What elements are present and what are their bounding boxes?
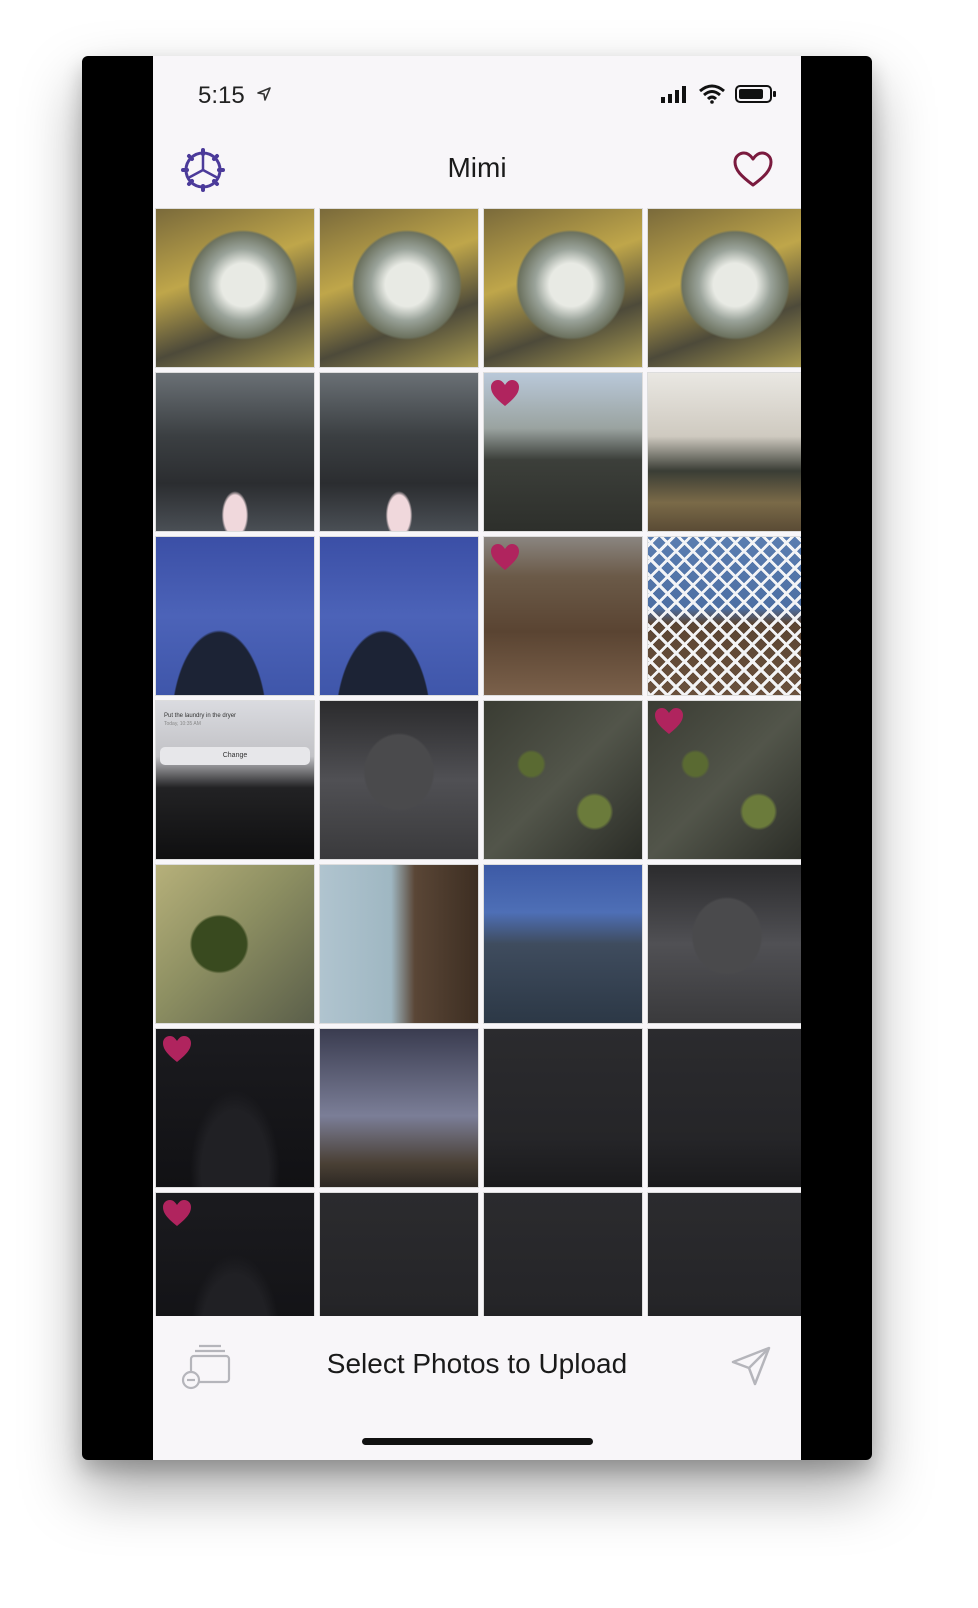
photo-thumbnail[interactable] <box>155 208 315 368</box>
status-time: 5:15 <box>198 82 245 109</box>
nav-bar: Mimi <box>153 136 801 208</box>
app-screen: 5:15 Mimi Put the laundry in the dryer T… <box>153 56 801 1460</box>
reminder-change-button: Change <box>160 747 310 765</box>
photo-thumbnail[interactable]: Put the laundry in the dryer Today, 10:3… <box>155 700 315 860</box>
photo-thumbnail[interactable] <box>647 536 801 696</box>
photo-thumbnail[interactable] <box>647 208 801 368</box>
photo-thumbnail[interactable] <box>483 1192 643 1316</box>
page-title: Mimi <box>447 152 507 183</box>
photo-thumbnail[interactable] <box>155 1028 315 1188</box>
home-indicator[interactable] <box>362 1438 593 1445</box>
photo-thumbnail[interactable] <box>319 1192 479 1316</box>
photo-thumbnail[interactable] <box>483 1028 643 1188</box>
send-icon[interactable] <box>729 1344 773 1388</box>
photo-thumbnail[interactable] <box>647 864 801 1024</box>
photo-thumbnail[interactable] <box>319 208 479 368</box>
bottom-toolbar: Select Photos to Upload <box>153 1316 801 1460</box>
favorite-heart-icon <box>163 1200 191 1226</box>
favorite-heart-icon <box>163 1036 191 1062</box>
photo-thumbnail[interactable] <box>483 372 643 532</box>
heart-outline-icon[interactable] <box>733 150 773 190</box>
photo-thumbnail[interactable] <box>319 1028 479 1188</box>
upload-prompt: Select Photos to Upload <box>326 1348 628 1379</box>
photo-thumbnail[interactable] <box>319 536 479 696</box>
photo-thumbnail[interactable] <box>647 372 801 532</box>
photo-thumbnail[interactable] <box>647 700 801 860</box>
status-bar: 5:15 <box>153 56 801 136</box>
photo-thumbnail[interactable] <box>483 700 643 860</box>
photo-thumbnail[interactable] <box>319 372 479 532</box>
wifi-icon <box>699 84 725 104</box>
photo-thumbnail[interactable] <box>155 864 315 1024</box>
reminder-time: Today, 10:35 AM <box>164 721 201 727</box>
battery-icon <box>735 85 776 103</box>
photo-thumbnail[interactable] <box>155 536 315 696</box>
photo-thumbnail[interactable] <box>483 208 643 368</box>
location-arrow-icon <box>257 87 271 101</box>
photo-grid: Put the laundry in the dryer Today, 10:3… <box>153 208 801 1316</box>
photo-thumbnail[interactable] <box>319 864 479 1024</box>
status-icons <box>661 84 777 104</box>
reminder-text: Put the laundry in the dryer <box>164 713 237 719</box>
photo-thumbnail[interactable] <box>155 372 315 532</box>
favorite-heart-icon <box>491 544 519 570</box>
photo-thumbnail[interactable] <box>319 700 479 860</box>
photo-thumbnail[interactable] <box>647 1028 801 1188</box>
photo-thumbnail[interactable] <box>483 536 643 696</box>
photo-thumbnail[interactable] <box>483 864 643 1024</box>
photo-thumbnail[interactable] <box>155 1192 315 1316</box>
favorite-heart-icon <box>491 380 519 406</box>
favorite-heart-icon <box>655 708 683 734</box>
photo-thumbnail[interactable] <box>647 1192 801 1316</box>
signal-icon <box>661 86 686 103</box>
